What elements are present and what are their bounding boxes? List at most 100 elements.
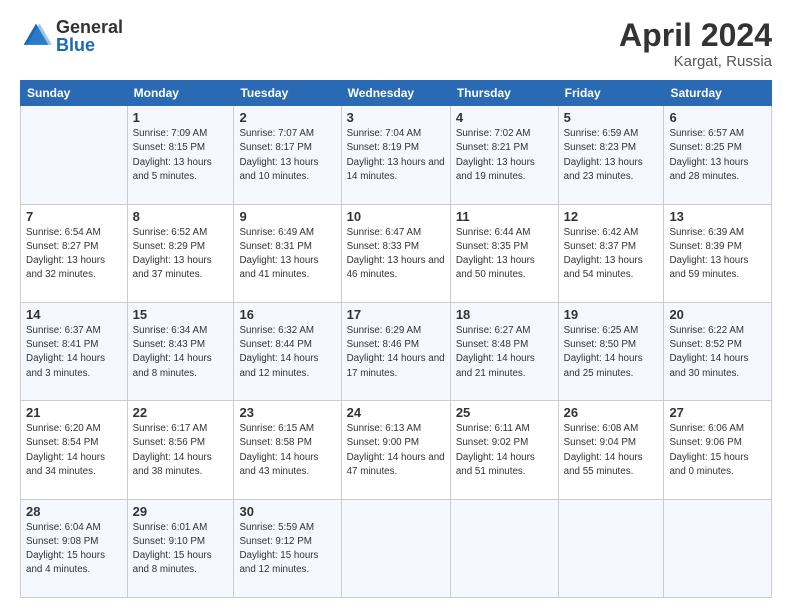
calendar-cell-2-5: 19Sunrise: 6:25 AMSunset: 8:50 PMDayligh… <box>558 302 664 400</box>
col-saturday: Saturday <box>664 81 772 106</box>
calendar-week-row-0: 1 Sunrise: 7:09 AMSunset: 8:15 PMDaylight… <box>21 106 772 204</box>
cell-daylight: Daylight: 14 hours and 8 minutes. <box>133 353 212 378</box>
calendar-cell-3-6: 27Sunrise: 6:06 AMSunset: 9:06 PMDayligh… <box>664 401 772 499</box>
cell-info: Sunrise: 6:13 AM Sunset: 9:00 PM Daylight:… <box>347 422 445 479</box>
cell-day-number: 12 <box>564 209 659 224</box>
calendar-week-row-3: 21 Sunrise: 6:20 AM Sunset: 8:54 PM Dayligh… <box>21 401 772 499</box>
cell-sunrise: Sunrise: 6:06 AM <box>669 423 744 434</box>
cell-sunrise: Sunrise: 7:02 AM <box>456 128 531 139</box>
cell-day-number: 4 <box>456 110 553 125</box>
cell-sunset: Sunset: 9:00 PM <box>347 437 419 448</box>
cell-daylight: Daylight: 13 hours and 41 minutes. <box>239 255 318 280</box>
cell-sunset: Sunset: 8:33 PM <box>347 241 419 252</box>
cell-sunset: Sunset: 8:31 PM <box>239 241 311 252</box>
cell-day-number: 18 <box>456 307 553 322</box>
cell-sunset: Sunset: 8:39 PM <box>669 241 741 252</box>
cell-sunrise: Sunrise: 6:27 AM <box>456 325 531 336</box>
cell-day-number: 7 <box>26 209 122 224</box>
cell-sunrise: Sunrise: 6:54 AM <box>26 227 101 238</box>
cell-info: Sunrise: 6:34 AMSunset: 8:43 PMDaylight:… <box>133 324 229 381</box>
calendar-week-row-2: 14Sunrise: 6:37 AMSunset: 8:41 PMDayligh… <box>21 302 772 400</box>
cell-info: Sunrise: 6:22 AMSunset: 8:52 PMDaylight:… <box>669 324 766 381</box>
logo-blue-text: Blue <box>56 36 123 54</box>
calendar-cell-1-5: 12Sunrise: 6:42 AMSunset: 8:37 PMDayligh… <box>558 204 664 302</box>
cell-day-number: 22 <box>133 405 229 420</box>
calendar-cell-3-5: 26Sunrise: 6:08 AMSunset: 9:04 PMDayligh… <box>558 401 664 499</box>
calendar-cell-1-0: 7 Sunrise: 6:54 AMSunset: 8:27 PMDaylight… <box>21 204 128 302</box>
calendar-cell-4-6 <box>664 499 772 597</box>
cell-day-number: 30 <box>239 504 335 519</box>
cell-sunset: Sunset: 8:56 PM <box>133 437 205 448</box>
cell-info: Sunrise: 6:54 AMSunset: 8:27 PMDaylight:… <box>26 226 122 283</box>
col-sunday: Sunday <box>21 81 128 106</box>
calendar-cell-4-3 <box>341 499 450 597</box>
cell-info: Sunrise: 7:09 AMSunset: 8:15 PMDaylight:… <box>133 127 229 184</box>
cell-day-number: 10 <box>347 209 445 224</box>
cell-info: Sunrise: 6:52 AMSunset: 8:29 PMDaylight:… <box>133 226 229 283</box>
cell-info: Sunrise: 6:01 AMSunset: 9:10 PMDaylight:… <box>133 521 229 578</box>
cell-day-number: 20 <box>669 307 766 322</box>
logo-general-text: General <box>56 18 123 36</box>
calendar-cell-2-1: 15 Sunrise: 6:34 AMSunset: 8:43 PMDayligh… <box>127 302 234 400</box>
cell-daylight: Daylight: 14 hours and 47 minutes. <box>347 452 445 477</box>
cell-sunrise: Sunrise: 6:11 AM <box>456 423 530 434</box>
cell-daylight: Daylight: 14 hours and 25 minutes. <box>564 353 643 378</box>
cell-info: Sunrise: 7:04 AMSunset: 8:19 PMDaylight:… <box>347 127 445 184</box>
cell-sunset: Sunset: 8:35 PM <box>456 241 528 252</box>
calendar-cell-1-1: 8 Sunrise: 6:52 AMSunset: 8:29 PMDaylight… <box>127 204 234 302</box>
cell-info: Sunrise: 6:42 AMSunset: 8:37 PMDaylight:… <box>564 226 659 283</box>
cell-sunset: Sunset: 8:37 PM <box>564 241 636 252</box>
cell-info: Sunrise: 6:29 AMSunset: 8:46 PMDaylight:… <box>347 324 445 381</box>
calendar-cell-2-4: 18Sunrise: 6:27 AMSunset: 8:48 PMDayligh… <box>450 302 558 400</box>
cell-sunrise: Sunrise: 6:22 AM <box>669 325 744 336</box>
calendar-week-row-1: 7 Sunrise: 6:54 AMSunset: 8:27 PMDaylight… <box>21 204 772 302</box>
cell-sunrise: Sunrise: 6:25 AM <box>564 325 639 336</box>
cell-sunset: Sunset: 8:19 PM <box>347 142 419 153</box>
cell-sunset: Sunset: 9:06 PM <box>669 437 741 448</box>
cell-info: Sunrise: 6:39 AMSunset: 8:39 PMDaylight:… <box>669 226 766 283</box>
calendar-cell-1-3: 10Sunrise: 6:47 AMSunset: 8:33 PMDayligh… <box>341 204 450 302</box>
cell-sunset: Sunset: 9:08 PM <box>26 536 98 547</box>
cell-sunset: Sunset: 8:54 PM <box>26 437 98 448</box>
cell-daylight: Daylight: 13 hours and 14 minutes. <box>347 157 445 182</box>
cell-sunrise: Sunrise: 6:42 AM <box>564 227 639 238</box>
cell-sunrise: Sunrise: 6:20 AM <box>26 423 101 434</box>
cell-sunrise: Sunrise: 6:32 AM <box>239 325 314 336</box>
cell-info: Sunrise: 6:11 AMSunset: 9:02 PMDaylight:… <box>456 422 553 479</box>
cell-info: Sunrise: 6:44 AMSunset: 8:35 PMDaylight:… <box>456 226 553 283</box>
cell-day-number: 8 <box>133 209 229 224</box>
cell-day-number: 1 <box>133 110 229 125</box>
calendar-cell-3-1: 22 Sunrise: 6:17 AMSunset: 8:56 PMDayligh… <box>127 401 234 499</box>
cell-daylight: Daylight: 13 hours and 19 minutes. <box>456 157 535 182</box>
calendar-cell-2-6: 20 Sunrise: 6:22 AMSunset: 8:52 PMDayligh… <box>664 302 772 400</box>
cell-info: Sunrise: 6:59 AMSunset: 8:23 PMDaylight:… <box>564 127 659 184</box>
calendar-cell-2-2: 16Sunrise: 6:32 AMSunset: 8:44 PMDayligh… <box>234 302 341 400</box>
cell-daylight: Daylight: 13 hours and 10 minutes. <box>239 157 318 182</box>
calendar-header-row: Sunday Monday Tuesday Wednesday Thursday… <box>21 81 772 106</box>
cell-sunset: Sunset: 8:44 PM <box>239 339 311 350</box>
cell-day-number: 13 <box>669 209 766 224</box>
cell-day-number: 26 <box>564 405 659 420</box>
cell-day-number: 21 <box>26 405 122 420</box>
calendar-cell-2-0: 14Sunrise: 6:37 AMSunset: 8:41 PMDayligh… <box>21 302 128 400</box>
cell-day-number: 15 <box>133 307 229 322</box>
cell-daylight: Daylight: 13 hours and 46 minutes. <box>347 255 445 280</box>
cell-sunset: Sunset: 8:15 PM <box>133 142 205 153</box>
calendar-table: Sunday Monday Tuesday Wednesday Thursday… <box>20 80 772 598</box>
cell-sunset: Sunset: 8:46 PM <box>347 339 419 350</box>
title-area: April 2024 Kargat, Russia <box>619 18 772 70</box>
cell-daylight: Daylight: 13 hours and 50 minutes. <box>456 255 535 280</box>
cell-daylight: Daylight: 14 hours and 30 minutes. <box>669 353 748 378</box>
cell-sunrise: Sunrise: 6:13 AM <box>347 423 422 434</box>
calendar-cell-4-2: 30Sunrise: 5:59 AMSunset: 9:12 PMDayligh… <box>234 499 341 597</box>
cell-sunrise: Sunrise: 7:07 AM <box>239 128 314 139</box>
cell-daylight: Daylight: 13 hours and 5 minutes. <box>133 157 212 182</box>
calendar-cell-0-4: 4 Sunrise: 7:02 AMSunset: 8:21 PMDaylight… <box>450 106 558 204</box>
cell-daylight: Daylight: 15 hours and 4 minutes. <box>26 550 105 575</box>
cell-info: Sunrise: 6:17 AMSunset: 8:56 PMDaylight:… <box>133 422 229 479</box>
calendar-cell-0-0 <box>21 106 128 204</box>
calendar-cell-1-6: 13 Sunrise: 6:39 AMSunset: 8:39 PMDayligh… <box>664 204 772 302</box>
cell-info: Sunrise: 7:02 AMSunset: 8:21 PMDaylight:… <box>456 127 553 184</box>
calendar-cell-0-3: 3Sunrise: 7:04 AMSunset: 8:19 PMDaylight… <box>341 106 450 204</box>
cell-daylight: Daylight: 15 hours and 8 minutes. <box>133 550 212 575</box>
